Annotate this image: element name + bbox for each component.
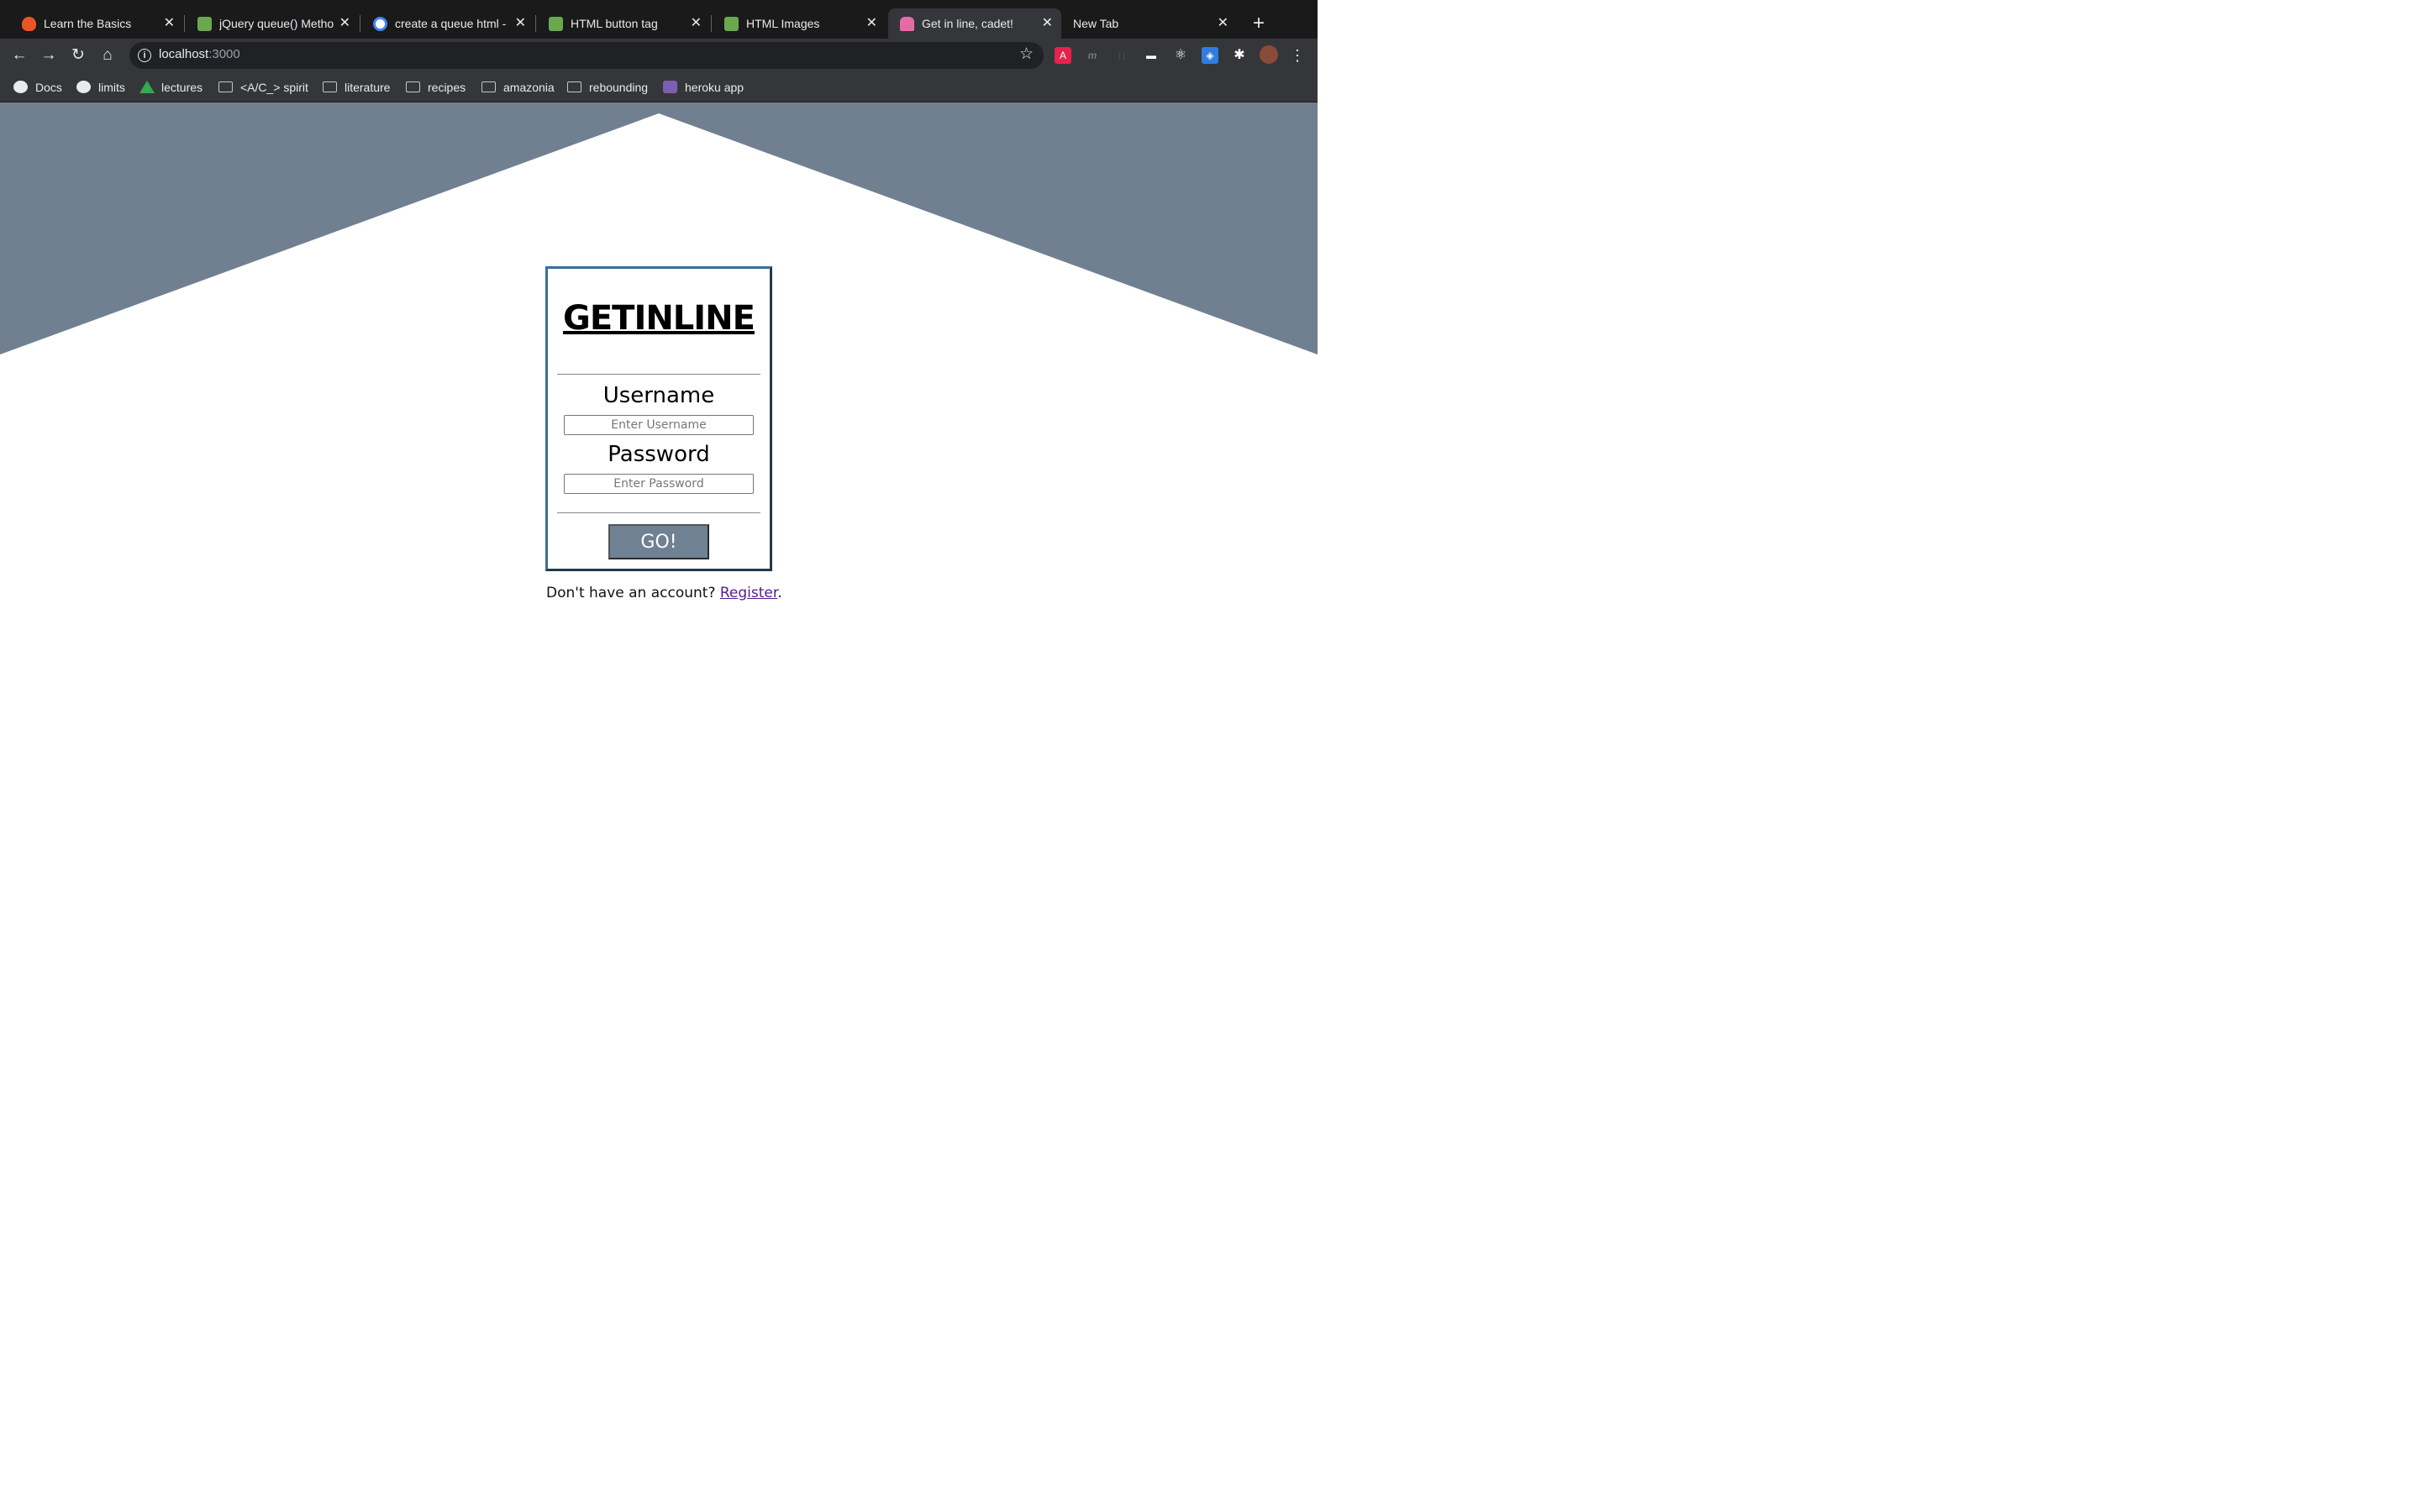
google-drive-icon [139, 81, 155, 93]
reload-icon[interactable]: ↻ [68, 45, 88, 66]
w3schools-icon [549, 17, 563, 31]
bookmark-rebounding[interactable]: rebounding [567, 79, 648, 96]
close-icon[interactable]: ✕ [866, 8, 877, 39]
folder-icon [567, 81, 581, 92]
tab-label: Get in line, cadet! [922, 17, 1013, 30]
tab-label: New Tab [1073, 17, 1119, 30]
address-bar[interactable]: i localhost:3000 ☆ [129, 42, 1044, 69]
close-icon[interactable]: ✕ [164, 8, 175, 39]
browser-toolbar: ← → ↻ ⌂ i localhost:3000 ☆ A m { } ▬ ⚛ ◈… [0, 39, 1318, 72]
username-label: Username [602, 383, 715, 408]
tab-label: jQuery queue() Metho [219, 17, 334, 30]
extensions-puzzle-icon[interactable]: ✱ [1231, 47, 1248, 64]
globe-icon [13, 81, 28, 93]
heroku-icon [663, 81, 677, 93]
tab-new-tab[interactable]: New Tab ✕ [1064, 8, 1237, 39]
eraser-extension-icon[interactable]: ▬ [1143, 47, 1160, 64]
folder-icon [481, 81, 496, 92]
register-link[interactable]: Register [720, 585, 777, 601]
bookmarks-bar: Docs limits lectures <A/C_> spirit liter… [0, 72, 1318, 102]
tab-learn-the-basics[interactable]: Learn the Basics ✕ [10, 8, 183, 39]
bookmark-literature[interactable]: literature [323, 79, 390, 96]
page-content: GETINLINE Username Password GO! Don't ha… [0, 102, 1318, 823]
login-card: GETINLINE Username Password GO! [545, 266, 772, 571]
auth0-shield-icon [22, 17, 36, 31]
tab-html-images[interactable]: HTML Images ✕ [713, 8, 886, 39]
tab-get-in-line[interactable]: Get in line, cadet! ✕ [888, 8, 1061, 39]
bookmark-ac-spirit[interactable]: <A/C_> spirit [218, 79, 308, 96]
divider [557, 374, 760, 375]
url-text: localhost:3000 [159, 47, 240, 61]
bookmark-star-icon[interactable]: ☆ [1019, 45, 1034, 64]
globe-icon [76, 81, 91, 93]
close-icon[interactable]: ✕ [691, 8, 702, 39]
divider [557, 512, 760, 513]
roller-skate-icon [900, 17, 914, 31]
password-label: Password [608, 442, 710, 467]
bookmark-docs[interactable]: Docs [13, 79, 62, 96]
tab-label: HTML Images [746, 17, 820, 30]
close-icon[interactable]: ✕ [515, 8, 526, 39]
register-suffix: . [777, 585, 782, 601]
forward-arrow-icon[interactable]: → [39, 45, 59, 66]
folder-icon [323, 81, 337, 92]
tab-html-button-tag[interactable]: HTML button tag ✕ [537, 8, 710, 39]
tab-jquery-queue[interactable]: jQuery queue() Metho ✕ [186, 8, 359, 39]
bookmark-amazonia[interactable]: amazonia [481, 79, 555, 96]
folder-icon [218, 81, 233, 92]
tab-label: HTML button tag [571, 17, 658, 30]
tab-separator [535, 15, 536, 32]
register-prompt: Don't have an account? Register. [546, 585, 782, 601]
close-icon[interactable]: ✕ [1042, 8, 1053, 39]
browser-chrome: Learn the Basics ✕ jQuery queue() Metho … [0, 0, 1318, 102]
shield-extension-icon[interactable]: ◈ [1202, 47, 1218, 64]
bookmark-heroku-app[interactable]: heroku app [663, 79, 744, 96]
google-icon [373, 17, 387, 31]
m-extension-icon[interactable]: m [1084, 47, 1101, 64]
brand-title: GETINLINE [563, 299, 755, 338]
register-prompt-text: Don't have an account? [546, 585, 720, 601]
submit-button[interactable]: GO! [608, 524, 709, 559]
tab-label: Learn the Basics [44, 17, 132, 30]
profile-avatar[interactable] [1260, 45, 1278, 64]
home-icon[interactable]: ⌂ [97, 45, 118, 66]
tab-strip: Learn the Basics ✕ jQuery queue() Metho … [0, 0, 1318, 39]
w3schools-icon [724, 17, 739, 31]
json-extension-icon[interactable]: { } [1113, 47, 1130, 64]
username-input[interactable] [564, 415, 754, 435]
bookmark-recipes[interactable]: recipes [406, 79, 466, 96]
close-icon[interactable]: ✕ [339, 8, 350, 39]
angular-extension-icon[interactable]: A [1055, 47, 1071, 64]
info-icon[interactable]: i [138, 49, 151, 62]
react-devtools-icon[interactable]: ⚛ [1172, 47, 1189, 64]
tab-separator [711, 15, 712, 32]
tab-separator [184, 15, 185, 32]
password-input[interactable] [564, 474, 754, 494]
close-icon[interactable]: ✕ [1218, 8, 1228, 39]
menu-kebab-icon[interactable]: ⋮ [1289, 47, 1306, 64]
bookmark-limits[interactable]: limits [76, 79, 125, 96]
new-tab-button[interactable]: + [1247, 12, 1270, 35]
folder-icon [406, 81, 420, 92]
tab-label: create a queue html - [395, 17, 507, 30]
back-arrow-icon[interactable]: ← [9, 45, 29, 66]
tab-create-a-queue[interactable]: create a queue html - ✕ [361, 8, 534, 39]
bookmark-lectures[interactable]: lectures [139, 79, 203, 96]
w3schools-icon [197, 17, 212, 31]
